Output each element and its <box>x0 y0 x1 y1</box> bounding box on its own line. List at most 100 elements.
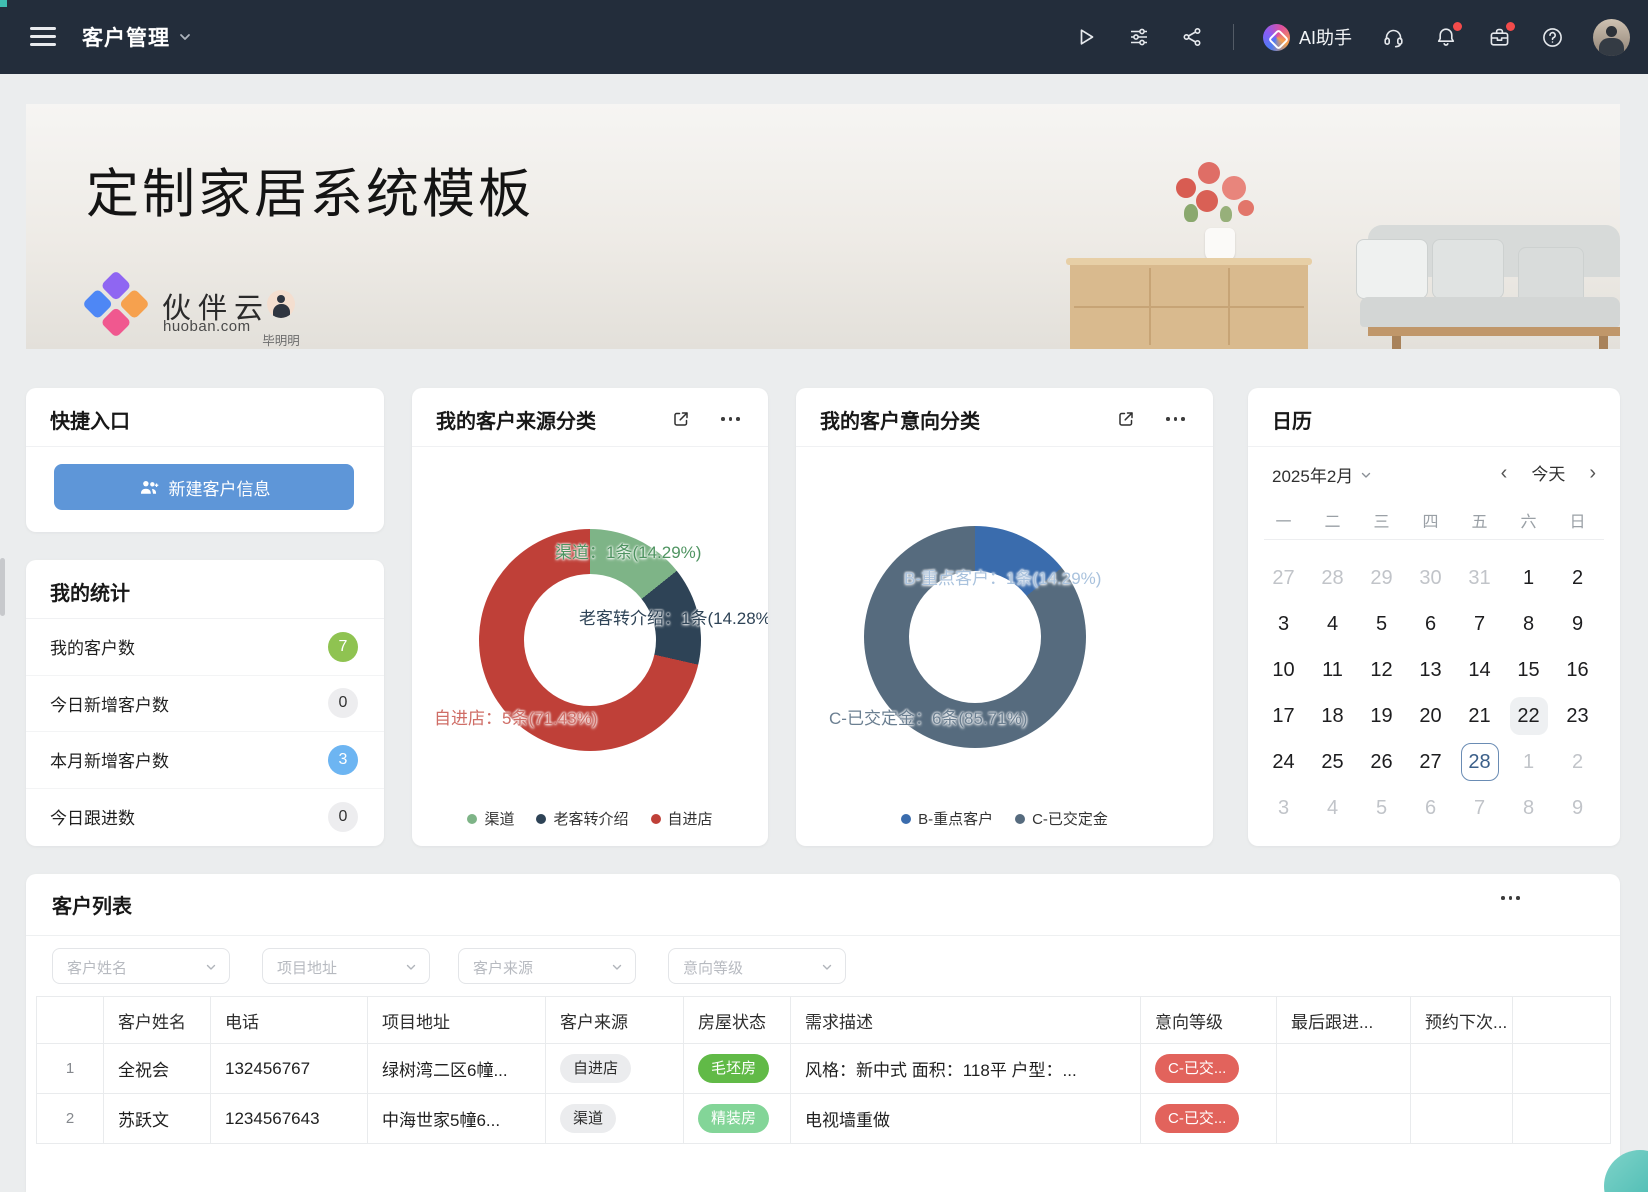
workbox-icon[interactable] <box>1487 25 1511 49</box>
calendar-today-button[interactable]: 今天 <box>1531 460 1565 485</box>
stat-value-badge: 0 <box>328 802 358 832</box>
calendar-day[interactable]: 14 <box>1455 647 1504 693</box>
calendar-day[interactable]: 4 <box>1308 785 1357 831</box>
calendar-month-selector[interactable]: 2025年2月 <box>1272 462 1372 487</box>
calendar-day[interactable]: 19 <box>1357 693 1406 739</box>
calendar-next-button[interactable]: › <box>1589 461 1596 485</box>
calendar-day[interactable]: 31 <box>1455 555 1504 601</box>
filter-意向等级[interactable]: 意向等级 <box>668 948 846 984</box>
calendar-day[interactable]: 8 <box>1504 785 1553 831</box>
calendar-day[interactable]: 8 <box>1504 601 1553 647</box>
list-more-options-icon[interactable] <box>1501 896 1520 900</box>
legend-dot-icon <box>901 814 911 824</box>
more-options-icon[interactable] <box>1166 417 1185 421</box>
open-external-icon[interactable] <box>1116 409 1136 429</box>
column-header-最后跟进...[interactable]: 最后跟进... <box>1277 997 1411 1044</box>
column-header-预约下次...[interactable]: 预约下次... <box>1411 997 1513 1044</box>
calendar-day[interactable]: 17 <box>1259 693 1308 739</box>
source-badge: 渠道 <box>560 1104 616 1133</box>
calendar-day[interactable]: 28 <box>1308 555 1357 601</box>
calendar-day[interactable]: 5 <box>1357 785 1406 831</box>
column-header-需求描述[interactable]: 需求描述 <box>791 997 1141 1044</box>
legend-label: C-已交定金 <box>1032 808 1108 829</box>
table-row[interactable]: 1全祝会132456767绿树湾二区6幢...自进店毛坯房风格：新中式 面积：1… <box>37 1044 1611 1094</box>
calendar-day-number: 2 <box>1559 743 1597 781</box>
calendar-day[interactable]: 18 <box>1308 693 1357 739</box>
corner-artifact <box>0 0 7 7</box>
calendar-day[interactable]: 25 <box>1308 739 1357 785</box>
column-header-项目地址[interactable]: 项目地址 <box>368 997 546 1044</box>
calendar-day[interactable]: 4 <box>1308 601 1357 647</box>
calendar-day[interactable]: 22 <box>1504 693 1553 739</box>
run-play-icon[interactable] <box>1074 25 1098 49</box>
app-switcher[interactable]: 客户管理 <box>82 0 192 74</box>
calendar-day[interactable]: 21 <box>1455 693 1504 739</box>
calendar-day-number: 28 <box>1314 559 1352 597</box>
column-header-客户姓名[interactable]: 客户姓名 <box>104 997 211 1044</box>
calendar-day[interactable]: 15 <box>1504 647 1553 693</box>
settings-sliders-icon[interactable] <box>1127 25 1151 49</box>
calendar-day[interactable]: 6 <box>1406 785 1455 831</box>
calendar-day[interactable]: 11 <box>1308 647 1357 693</box>
calendar-day[interactable]: 16 <box>1553 647 1602 693</box>
support-headset-icon[interactable] <box>1381 25 1405 49</box>
calendar-day[interactable]: 2 <box>1553 739 1602 785</box>
share-icon[interactable] <box>1180 25 1204 49</box>
legend-item[interactable]: C-已交定金 <box>1015 808 1108 829</box>
calendar-day[interactable]: 23 <box>1553 693 1602 739</box>
open-external-icon[interactable] <box>671 409 691 429</box>
calendar-day[interactable]: 3 <box>1259 785 1308 831</box>
legend-item[interactable]: 老客转介绍 <box>536 808 628 829</box>
notifications-bell-icon[interactable] <box>1434 25 1458 49</box>
calendar-day[interactable]: 9 <box>1553 601 1602 647</box>
calendar-day[interactable]: 10 <box>1259 647 1308 693</box>
column-header-房屋状态[interactable]: 房屋状态 <box>684 997 791 1044</box>
calendar-day[interactable]: 20 <box>1406 693 1455 739</box>
column-header-意向等级[interactable]: 意向等级 <box>1141 997 1277 1044</box>
calendar-day-number: 27 <box>1265 559 1303 597</box>
more-options-icon[interactable] <box>721 417 740 421</box>
customer-table: 客户姓名电话项目地址客户来源房屋状态需求描述意向等级最后跟进...预约下次...… <box>36 996 1611 1144</box>
calendar-day[interactable]: 29 <box>1357 555 1406 601</box>
calendar-day[interactable]: 9 <box>1553 785 1602 831</box>
legend-item[interactable]: 自进店 <box>651 808 713 829</box>
pie-label-0: B-重点客户：1条(14.29%) <box>904 564 1101 589</box>
filter-项目地址[interactable]: 项目地址 <box>262 948 430 984</box>
banner-title: 定制家居系统模板 <box>86 152 534 228</box>
calendar-day[interactable]: 27 <box>1259 555 1308 601</box>
calendar-day[interactable]: 1 <box>1504 739 1553 785</box>
calendar-prev-button[interactable]: ‹ <box>1501 461 1508 485</box>
filter-客户来源[interactable]: 客户来源 <box>458 948 636 984</box>
house-status-badge: 精装房 <box>698 1104 769 1133</box>
calendar-day[interactable]: 12 <box>1357 647 1406 693</box>
page-scrollbar-thumb[interactable] <box>0 558 5 616</box>
column-header-客户来源[interactable]: 客户来源 <box>546 997 684 1044</box>
table-row[interactable]: 2苏跃文1234567643中海世家5幢6...渠道精装房电视墙重做C-已交..… <box>37 1094 1611 1144</box>
calendar-day[interactable]: 13 <box>1406 647 1455 693</box>
calendar-day-number: 9 <box>1559 605 1597 643</box>
calendar-day[interactable]: 26 <box>1357 739 1406 785</box>
calendar-day[interactable]: 7 <box>1455 601 1504 647</box>
user-avatar[interactable] <box>1593 19 1630 56</box>
calendar-day[interactable]: 2 <box>1553 555 1602 601</box>
column-header-电话[interactable]: 电话 <box>211 997 368 1044</box>
calendar-day[interactable]: 6 <box>1406 601 1455 647</box>
calendar-day[interactable]: 5 <box>1357 601 1406 647</box>
help-icon[interactable] <box>1540 25 1564 49</box>
ai-assistant-button[interactable]: AI助手 <box>1263 24 1352 51</box>
calendar-day[interactable]: 7 <box>1455 785 1504 831</box>
calendar-day[interactable]: 1 <box>1504 555 1553 601</box>
hamburger-menu-icon[interactable] <box>30 27 56 47</box>
calendar-day[interactable]: 28 <box>1455 739 1504 785</box>
cell-address: 绿树湾二区6幢... <box>368 1044 546 1094</box>
calendar-day[interactable]: 3 <box>1259 601 1308 647</box>
calendar-day[interactable]: 30 <box>1406 555 1455 601</box>
calendar-day[interactable]: 24 <box>1259 739 1308 785</box>
legend-item[interactable]: 渠道 <box>467 808 514 829</box>
new-customer-button[interactable]: 新建客户信息 <box>54 464 354 510</box>
stat-label: 本月新增客户数 <box>50 747 169 772</box>
calendar-day[interactable]: 27 <box>1406 739 1455 785</box>
legend-item[interactable]: B-重点客户 <box>901 808 993 829</box>
legend-dot-icon <box>651 814 661 824</box>
filter-客户姓名[interactable]: 客户姓名 <box>52 948 230 984</box>
